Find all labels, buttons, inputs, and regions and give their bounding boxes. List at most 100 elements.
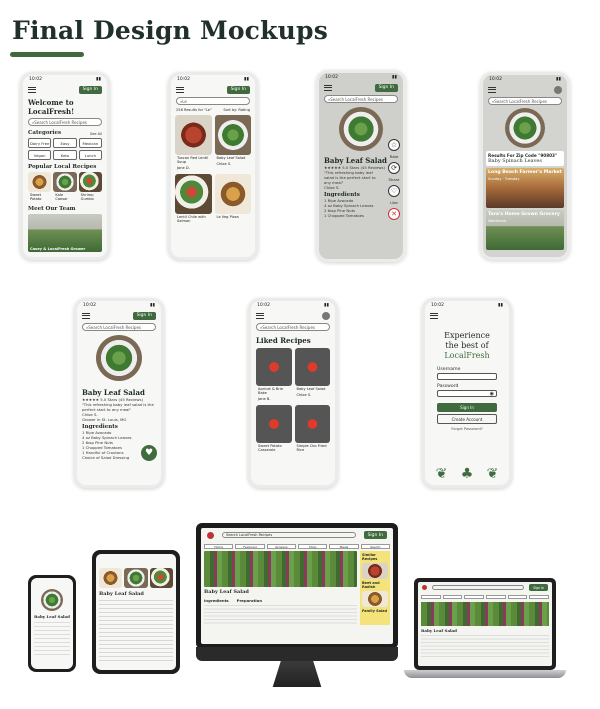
sign-in-button[interactable]: Sign In [363, 531, 387, 539]
recipe-name: Tuscan Red Lentil Soup [177, 156, 209, 164]
recipe-author[interactable]: Jane B. [256, 396, 292, 402]
username-label: Username [437, 367, 461, 372]
recipe-name: Sweet Potato [30, 193, 42, 201]
search-input[interactable]: ⌕ Le [176, 97, 250, 105]
sign-in-button[interactable]: Sign In [529, 584, 548, 591]
recipe-quote: "This refreshing baby leaf salad is the … [82, 402, 154, 412]
password-field[interactable]: ◉ [437, 390, 497, 397]
similar-panel: Similar Recipes Beet and Radish Family S… [360, 551, 390, 625]
similar-item[interactable]: Family Salad [362, 609, 388, 613]
category-chip[interactable]: Lunch [78, 150, 102, 160]
market-card[interactable]: Long Beach Farmer's Market Sunday · Tues… [486, 168, 564, 208]
eye-icon[interactable]: ◉ [490, 391, 494, 397]
recipe-title: Baby Leaf Salad [204, 589, 249, 595]
search-input[interactable] [432, 585, 525, 590]
create-account-button[interactable]: Create Account [437, 414, 497, 424]
recipe-author[interactable]: Jane D. [175, 165, 212, 171]
battery-icon: ▮▮ [244, 77, 249, 82]
team-heading: Meet Our Team [28, 206, 76, 212]
category-chip[interactable]: Easy [53, 138, 77, 148]
recipe-image[interactable] [78, 172, 102, 192]
login-screen: 10:02 ▮▮ Experience the best of LocalFres… [425, 301, 509, 485]
search-input[interactable]: ⌕ Search LocalFresh Recipes [82, 323, 156, 331]
clock: 10:02 [431, 303, 444, 308]
forgot-password-link[interactable]: Forgot Password? [425, 427, 509, 431]
search-input[interactable]: ⌕ Search LocalFresh Recipes [488, 97, 562, 105]
title-underline [10, 52, 84, 57]
device-tablet: Baby Leaf Salad [92, 550, 180, 674]
brand-name: LocalFresh [444, 351, 490, 360]
nav-item[interactable]: Meals [329, 544, 359, 549]
sign-in-button[interactable]: Sign In [132, 311, 156, 320]
recipe-image[interactable] [362, 591, 388, 607]
menu-icon[interactable] [28, 86, 36, 93]
popular-heading: Popular Local Recipes [28, 164, 97, 170]
nav-item[interactable]: Featured [235, 544, 265, 549]
recipe-author[interactable]: Chloe S. [295, 392, 331, 398]
close-icon[interactable]: ✕ [388, 208, 400, 220]
recipe-image[interactable] [175, 174, 212, 214]
menu-icon[interactable] [82, 312, 90, 319]
device-phone-screen: Baby Leaf Salad [31, 578, 73, 669]
share-icon[interactable]: ⟳ [388, 162, 400, 174]
recipe-image[interactable] [294, 405, 330, 443]
device-tablet-screen: Baby Leaf Salad [96, 554, 176, 670]
password-label: Password [437, 384, 459, 389]
search-placeholder: Search LocalFresh Recipes [330, 96, 384, 102]
recipe-image[interactable] [256, 405, 292, 443]
logo[interactable] [207, 531, 214, 539]
sort-dropdown[interactable]: Sort by: Rating [223, 108, 250, 112]
avatar[interactable] [554, 85, 562, 94]
recipe-author[interactable]: Chloe S. [215, 161, 252, 167]
categories-heading: Categories [28, 130, 62, 136]
recipe-image[interactable] [294, 348, 330, 386]
grocery-name: Tara's Home Grown Grocery [488, 212, 560, 217]
recipe-image[interactable] [28, 172, 52, 192]
category-chip[interactable]: Mexican [78, 138, 102, 148]
username-field[interactable] [437, 373, 497, 380]
recipe-title: Baby Leaf Salad [421, 628, 457, 633]
recipe-title: Baby Leaf Salad [99, 591, 144, 597]
grocery-meta: Weekends [488, 219, 507, 223]
recipe-title: Baby Leaf Salad [82, 388, 145, 397]
menu-icon[interactable] [488, 86, 496, 93]
recipe-image[interactable] [256, 348, 292, 386]
recipe-image[interactable] [175, 115, 212, 155]
category-chip[interactable]: Keto [53, 150, 77, 160]
recipe-image[interactable] [53, 172, 77, 192]
sign-in-button[interactable]: Sign In [226, 85, 250, 94]
search-input[interactable]: Search LocalFresh Recipes [222, 532, 356, 538]
recipe-image[interactable] [362, 563, 388, 579]
recipe-text [34, 622, 70, 656]
menu-icon[interactable] [324, 84, 332, 91]
recipe-image[interactable] [214, 115, 251, 155]
avatar[interactable] [322, 311, 330, 320]
heart-icon[interactable]: ♥ [141, 445, 157, 461]
search-input[interactable]: ⌕ Search LocalFresh Recipes [324, 95, 398, 103]
sign-in-button[interactable]: Sign In [374, 83, 398, 92]
grocery-card[interactable]: Tara's Home Grown Grocery Weekends [486, 210, 564, 250]
nav-item[interactable]: Shop [297, 544, 328, 549]
see-all-link[interactable]: See All [90, 132, 102, 136]
battery-icon: ▮▮ [150, 303, 155, 308]
nav-item[interactable]: Growers [266, 544, 296, 549]
menu-icon[interactable] [176, 86, 184, 93]
phone-liked: 10:02 ▮▮ ⌕ Search LocalFresh Recipes Like… [248, 298, 338, 488]
clock: 10:02 [83, 303, 96, 308]
nav-item[interactable]: Home [204, 544, 234, 549]
similar-item[interactable]: Beet and Radish [362, 581, 388, 589]
recipe-image[interactable] [214, 174, 251, 214]
sign-in-button[interactable]: Sign In [78, 85, 102, 94]
sign-in-button[interactable]: Sign In [437, 403, 497, 412]
logo[interactable] [422, 585, 427, 590]
heart-icon[interactable]: ♡ [388, 185, 400, 197]
category-chip[interactable]: Vegan [28, 150, 52, 160]
menu-icon[interactable] [256, 312, 264, 319]
menu-icon[interactable] [430, 312, 438, 319]
category-chip[interactable]: Dairy Free [28, 138, 52, 148]
star-icon[interactable]: ☆ [388, 139, 400, 151]
desktop-screen: Search LocalFresh Recipes Sign In Home F… [201, 528, 393, 644]
nav-item[interactable]: Search [360, 544, 390, 549]
search-input[interactable]: ⌕ Search LocalFresh Recipes [28, 118, 102, 126]
search-input[interactable]: ⌕ Search LocalFresh Recipes [256, 323, 330, 331]
